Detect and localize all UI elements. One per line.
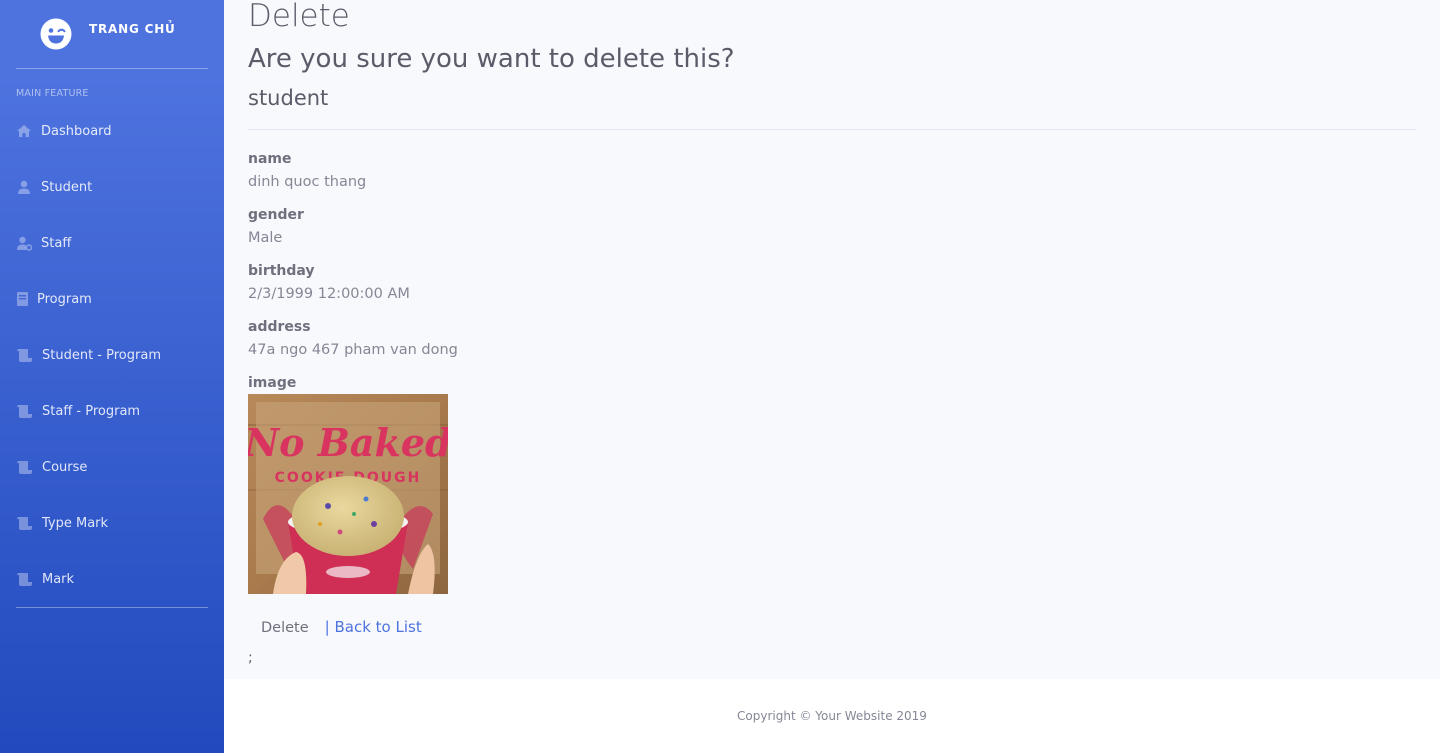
back-to-list-link[interactable]: | Back to List <box>325 618 422 636</box>
sidebar-item-staff-program[interactable]: Staff - Program <box>0 383 224 439</box>
sidebar-item-course[interactable]: Course <box>0 439 224 495</box>
sidebar-item-student[interactable]: Student <box>0 159 224 215</box>
sidebar: TRANG CHỦ MAIN FEATURE Dashboard Student… <box>0 0 224 753</box>
sidebar-item-label: Staff <box>41 235 72 251</box>
scroll-icon <box>16 403 33 419</box>
sidebar-item-student-program[interactable]: Student - Program <box>0 327 224 383</box>
sidebar-item-label: Staff - Program <box>42 403 141 419</box>
student-image: No Baked COOKIE DOUGH <box>248 394 448 594</box>
scroll-icon <box>16 459 33 475</box>
detail-list: name dinh quoc thang gender Male birthda… <box>248 148 458 394</box>
detail-label-image: image <box>248 375 297 391</box>
divider <box>248 129 1416 130</box>
sidebar-item-type-mark[interactable]: Type Mark <box>0 495 224 551</box>
scroll-icon <box>16 347 33 363</box>
scroll-icon <box>16 571 33 587</box>
sidebar-item-label: Type Mark <box>42 515 109 531</box>
sidebar-divider <box>16 607 208 608</box>
laugh-wink-icon <box>40 18 72 50</box>
detail-value-address: 47a ngo 467 pham van dong <box>248 342 458 358</box>
sidebar-item-program[interactable]: Program <box>0 271 224 327</box>
sidebar-item-dashboard[interactable]: Dashboard <box>0 103 224 159</box>
detail-label-address: address <box>248 319 311 335</box>
footer: Copyright © Your Website 2019 <box>224 679 1440 753</box>
sidebar-item-staff[interactable]: Staff <box>0 215 224 271</box>
trailing-text: ; <box>248 650 253 666</box>
user-icon <box>16 179 32 195</box>
detail-label-gender: gender <box>248 207 304 223</box>
detail-value-gender: Male <box>248 230 283 246</box>
confirm-question: Are you sure you want to delete this? <box>248 44 735 74</box>
page-title: Delete <box>248 0 350 34</box>
detail-label-birthday: birthday <box>248 263 315 279</box>
sidebar-brand[interactable]: TRANG CHỦ <box>0 0 224 68</box>
user-cog-icon <box>16 235 32 251</box>
sidebar-item-label: Dashboard <box>41 123 112 139</box>
brand-text: TRANG CHỦ <box>89 22 176 36</box>
entity-name: student <box>248 86 329 110</box>
sidebar-item-mark[interactable]: Mark <box>0 551 224 607</box>
form-actions: Delete | Back to List <box>248 616 422 638</box>
book-icon <box>16 291 29 307</box>
detail-value-name: dinh quoc thang <box>248 174 367 190</box>
delete-button[interactable]: Delete <box>248 618 322 638</box>
sidebar-item-label: Program <box>37 291 92 307</box>
sidebar-item-label: Student <box>41 179 93 195</box>
image-brand-text: No Baked <box>248 420 448 465</box>
detail-value-birthday: 2/3/1999 12:00:00 AM <box>248 286 410 302</box>
main-content: Delete Are you sure you want to delete t… <box>224 0 1440 679</box>
sidebar-item-label: Course <box>42 459 88 475</box>
scroll-icon <box>16 515 33 531</box>
sidebar-item-label: Student - Program <box>42 347 161 363</box>
copyright-text: Copyright © Your Website 2019 <box>737 709 927 723</box>
home-icon <box>16 123 32 139</box>
detail-label-name: name <box>248 151 292 167</box>
sidebar-item-label: Mark <box>42 571 75 587</box>
